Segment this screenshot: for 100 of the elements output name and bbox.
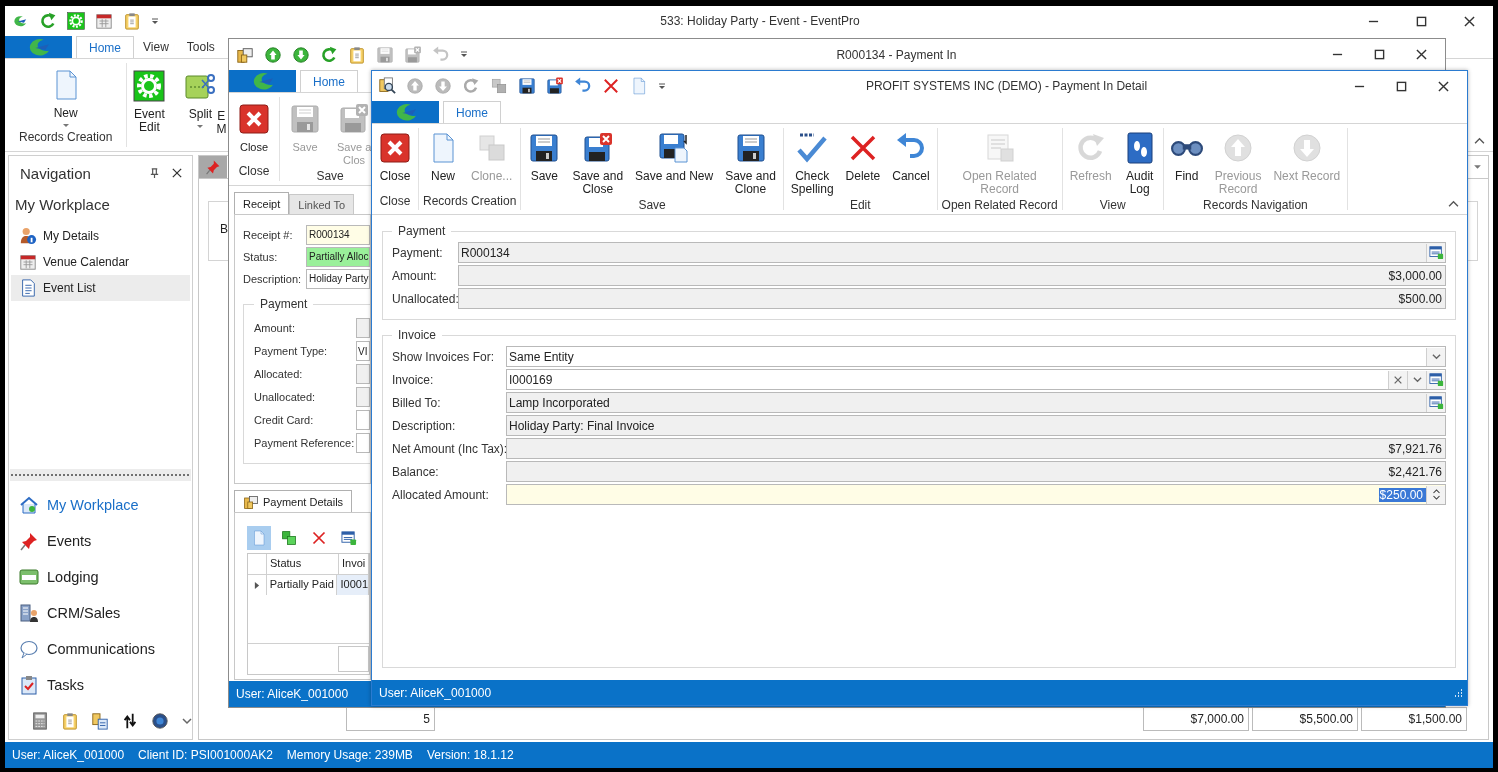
navigation-item[interactable]: Event List	[11, 275, 190, 301]
ribbon-button[interactable]: Close	[235, 101, 273, 156]
ribbon-button[interactable]: Save and Clone	[722, 130, 779, 198]
up-down-arrows-icon[interactable]	[121, 712, 139, 730]
column-header[interactable]: Status	[267, 554, 339, 574]
ribbon-tab[interactable]: Tools	[177, 36, 224, 58]
clipboard-icon[interactable]	[61, 712, 79, 730]
resize-grip-icon	[1452, 687, 1464, 698]
input-field[interactable]: $250.00	[506, 484, 1446, 505]
magnifier-document-icon[interactable]	[378, 77, 396, 95]
navigation-item[interactable]: My Details	[11, 223, 190, 249]
input-field[interactable]: R000134	[306, 224, 370, 245]
input-field[interactable]	[356, 410, 370, 430]
ribbon-tab[interactable]: Home	[300, 70, 358, 92]
ribbon-button[interactable]: Check Spelling	[787, 130, 837, 198]
caret-icon	[1472, 164, 1482, 170]
close-icon	[1463, 15, 1475, 27]
tab[interactable]: Linked To	[289, 194, 355, 214]
input-field[interactable]: $7,921.76	[506, 438, 1446, 459]
navigation-item[interactable]: Venue Calendar	[11, 249, 190, 275]
input-field[interactable]: $500.00	[458, 288, 1446, 309]
ribbon-button[interactable]: New	[46, 67, 85, 130]
dropdown-button[interactable]	[1407, 370, 1426, 389]
tab[interactable]: Receipt	[234, 192, 290, 214]
clipboard-icon[interactable]	[348, 45, 366, 64]
clipboard-icon[interactable]	[123, 12, 141, 30]
input-field[interactable]: Same Entity	[506, 346, 1446, 367]
ribbon-button[interactable]: Delete	[842, 130, 884, 185]
collapse-ribbon-button[interactable]	[1474, 137, 1485, 145]
input-field[interactable]: Holiday Party	[306, 268, 370, 289]
pushpin-icon	[19, 531, 39, 551]
field-label: Amount:	[392, 268, 438, 283]
ribbon-group-label: Open Related Record	[941, 198, 1058, 212]
refresh-icon[interactable]	[320, 45, 338, 64]
input-field[interactable]	[356, 318, 370, 338]
ribbon-tab[interactable]: View	[134, 36, 178, 58]
dropdown-button[interactable]	[1426, 347, 1445, 366]
close-icon[interactable]	[172, 168, 182, 178]
tab[interactable]: Payment Details	[234, 490, 353, 512]
input-field[interactable]: I000169	[506, 369, 1446, 390]
calendar-icon[interactable]	[95, 12, 113, 30]
ribbon-button[interactable]: Cancel	[889, 130, 933, 185]
dropdown-caret-icon[interactable]	[658, 82, 666, 90]
field-label: Credit Card:	[254, 414, 315, 426]
module-button[interactable]: Tasks	[9, 667, 192, 703]
ribbon-tab[interactable]: Home	[443, 101, 501, 123]
input-field[interactable]	[356, 364, 370, 384]
ribbon-button[interactable]: Save and Close	[569, 130, 627, 198]
module-button[interactable]: CRM/Sales	[9, 595, 192, 631]
close-icon	[1415, 49, 1427, 60]
floppy-disk-icon	[581, 132, 614, 164]
ribbon-button[interactable]: Close	[376, 130, 414, 185]
coins-icon[interactable]	[236, 45, 254, 64]
input-field[interactable]: Holiday Party: Final Invoice	[506, 415, 1446, 436]
ribbon-button[interactable]: Save and New	[632, 130, 717, 185]
input-field[interactable]: Partially Alloc	[306, 246, 370, 267]
column-header[interactable]: Invoi	[339, 554, 369, 574]
input-field[interactable]	[356, 433, 370, 453]
dropdown-caret-icon[interactable]	[151, 17, 159, 25]
ribbon-button[interactable]: E M	[216, 68, 227, 136]
group-title: Invoice	[397, 328, 438, 342]
splitter-grip[interactable]	[10, 469, 191, 481]
ribbon-button[interactable]: Event Edit	[130, 68, 169, 136]
stacked-documents-icon[interactable]	[91, 712, 109, 730]
input-field[interactable]: $2,421.76	[506, 461, 1446, 482]
gear-icon[interactable]	[67, 12, 85, 30]
dropdown-caret-icon[interactable]	[460, 51, 468, 58]
refresh-icon[interactable]	[39, 12, 57, 30]
ribbon-button[interactable]: New	[424, 130, 462, 185]
module-button[interactable]: Communications	[9, 631, 192, 667]
module-button[interactable]: My Workplace	[9, 487, 192, 523]
ribbon-button[interactable]: Audit Log	[1120, 130, 1159, 198]
spin-button[interactable]	[1426, 485, 1445, 504]
input-field[interactable]: $3,000.00	[458, 265, 1446, 286]
module-button[interactable]: Lodging	[9, 559, 192, 595]
collapse-ribbon-button[interactable]	[1448, 200, 1459, 208]
pin-icon[interactable]	[149, 167, 160, 179]
globe-icon[interactable]	[151, 712, 169, 730]
lookup-button[interactable]	[1426, 243, 1445, 262]
module-button[interactable]: Events	[9, 523, 192, 559]
chevron-down-icon[interactable]	[181, 716, 193, 726]
input-field[interactable]: VI	[356, 341, 370, 361]
cubes-icon[interactable]	[490, 77, 508, 95]
ribbon-group-label: Close	[379, 194, 411, 208]
input-field[interactable]	[356, 387, 370, 407]
spin-arrows-icon	[1431, 488, 1441, 501]
ribbon-button[interactable]: Save	[525, 130, 564, 185]
input-field[interactable]: R000134	[458, 242, 1446, 263]
lookup-button[interactable]	[1426, 393, 1445, 412]
calculator-icon[interactable]	[31, 712, 49, 730]
ribbon-tab[interactable]: Home	[76, 36, 134, 58]
undo-arrow-icon[interactable]	[574, 77, 592, 95]
lookup-button[interactable]	[1426, 370, 1445, 389]
clear-button[interactable]	[1388, 370, 1407, 389]
field-label: Payment:	[392, 245, 444, 260]
x-mark-icon[interactable]	[602, 77, 620, 95]
status-text: User: AliceK_001000	[379, 685, 492, 700]
refresh-icon[interactable]	[462, 77, 480, 95]
input-field[interactable]: Lamp Incorporated	[506, 392, 1446, 413]
ribbon-button[interactable]: Find	[1167, 130, 1206, 185]
